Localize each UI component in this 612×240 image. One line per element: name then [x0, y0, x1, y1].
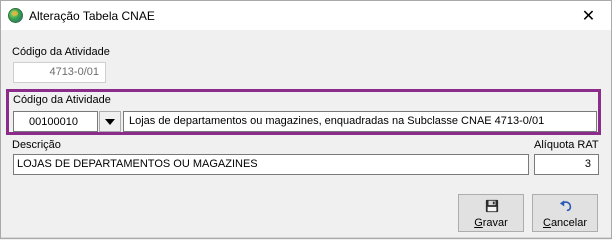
chevron-down-icon[interactable] [99, 111, 121, 132]
app-icon [8, 8, 23, 23]
gravar-button[interactable]: Gravar [458, 194, 524, 232]
atividade-code-combo[interactable]: 00100010 [13, 111, 98, 132]
cancelar-label: Cancelar [542, 217, 588, 229]
close-button[interactable]: ✕ [566, 1, 611, 30]
undo-arrow-icon [559, 200, 572, 212]
window-title: Alteração Tabela CNAE [29, 9, 155, 23]
cancelar-button[interactable]: Cancelar [532, 194, 598, 232]
bottom-divider [1, 237, 611, 238]
dialog-window: Alteração Tabela CNAE ✕ Código da Ativid… [0, 0, 612, 239]
atividade-top-field: 4713-0/01 [13, 62, 106, 83]
aliquota-input[interactable]: 3 [534, 154, 599, 175]
gravar-label: Gravar [474, 217, 508, 229]
title-bar[interactable]: Alteração Tabela CNAE ✕ [1, 1, 611, 30]
floppy-disk-icon [485, 199, 499, 213]
atividade-description-field: Lojas de departamentos ou magazines, enq… [123, 111, 597, 132]
atividade-top-label: Código da Atividade [12, 46, 110, 58]
atividade-label: Código da Atividade [13, 94, 111, 106]
atividade-code-value: 00100010 [29, 116, 78, 128]
aliquota-label: Alíquota RAT [534, 139, 599, 151]
descricao-label: Descrição [12, 139, 61, 151]
descricao-input[interactable]: LOJAS DE DEPARTAMENTOS OU MAGAZINES [13, 154, 529, 175]
